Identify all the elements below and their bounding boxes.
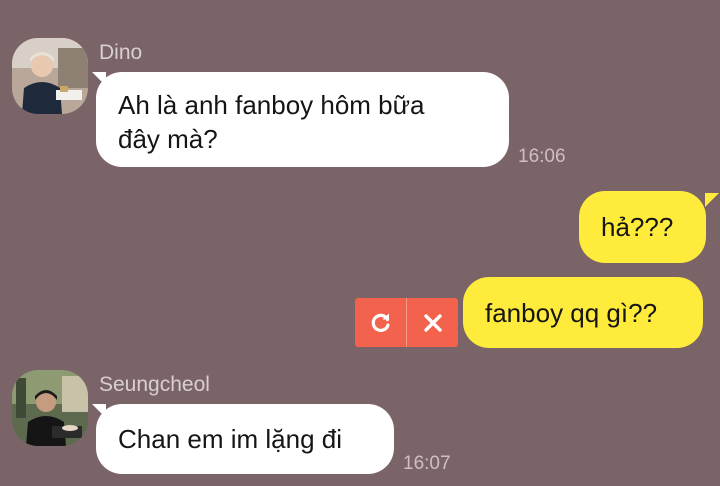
avatar-dino[interactable] (12, 38, 88, 114)
message-text-line: đây mà? (118, 124, 218, 154)
sender-name-dino: Dino (99, 41, 143, 64)
sender-name-seungcheol: Seungcheol (99, 373, 210, 396)
message-bubble-seungcheol[interactable]: Chan em im lặng đi (96, 404, 394, 474)
message-text-line: Ah là anh fanboy hôm bữa (118, 90, 425, 120)
bubble-tail (705, 193, 719, 207)
resend-button[interactable] (355, 298, 406, 347)
delete-button[interactable] (406, 298, 458, 347)
refresh-icon (371, 313, 390, 332)
close-icon (423, 313, 442, 332)
message-text: Chan em im lặng đi (118, 424, 342, 454)
message-bubble-dino[interactable]: Ah là anh fanboy hôm bữa đây mà? (96, 72, 509, 167)
message-timestamp: 16:07 (403, 453, 451, 474)
message-text: hả??? (601, 212, 674, 242)
avatar-seungcheol[interactable] (12, 370, 88, 446)
failed-message-actions (355, 298, 458, 347)
message-timestamp: 16:06 (518, 146, 566, 167)
message-bubble-outgoing[interactable]: hả??? (579, 191, 706, 263)
message-bubble-outgoing-failed[interactable]: fanboy qq gì?? (463, 277, 703, 348)
message-text: fanboy qq gì?? (485, 298, 658, 328)
